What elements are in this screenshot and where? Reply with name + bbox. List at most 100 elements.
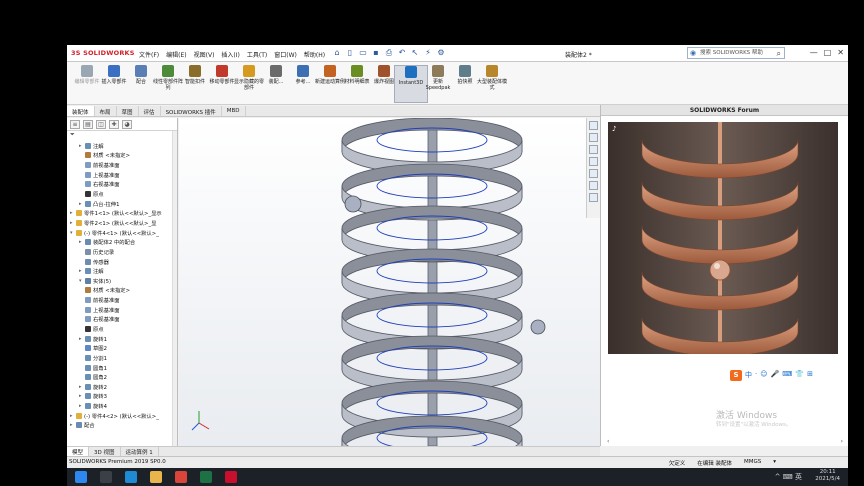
tree-row[interactable]: 前视基准面	[67, 295, 177, 305]
close-button[interactable]: ✕	[837, 48, 844, 57]
menu-insert[interactable]: 插入(I)	[221, 50, 239, 59]
tab-5[interactable]: MBD	[222, 106, 246, 116]
tab-3[interactable]: 评估	[139, 106, 161, 116]
tree-row[interactable]: ▸ 凸台-拉伸1	[67, 199, 177, 209]
tree-row[interactable]: 圆角2	[67, 372, 177, 382]
command-button-15[interactable]: 大型装配体模式	[475, 65, 509, 103]
print-icon[interactable]: ⎙	[384, 48, 394, 58]
menu-tools[interactable]: 工具(T)	[247, 50, 267, 59]
tree-row[interactable]: 材质 <未指定>	[67, 286, 177, 296]
model-tab-2[interactable]: 运动算例 1	[121, 447, 159, 456]
maximize-button[interactable]: □	[824, 48, 832, 57]
menu-view[interactable]: 视图(V)	[194, 50, 215, 59]
chrome-icon[interactable]	[175, 471, 187, 483]
ime-lang-icon[interactable]: 中	[745, 370, 752, 381]
model-tab-0[interactable]: 模型	[67, 447, 90, 456]
ime-keyboard-icon[interactable]: ⌨	[782, 370, 792, 381]
help-search-input[interactable]: ◉ 搜索 SOLIDWORKS 帮助 ⌕	[687, 47, 785, 59]
tree-row[interactable]: 右视基准面	[67, 315, 177, 325]
start-button[interactable]	[75, 471, 87, 483]
menu-file[interactable]: 文件(F)	[139, 50, 159, 59]
tree-row[interactable]: ▸ 旋转2	[67, 382, 177, 392]
appearances-icon[interactable]	[589, 169, 598, 178]
scroll-left-icon[interactable]: ‹	[607, 438, 609, 445]
custom-properties-icon[interactable]	[589, 181, 598, 190]
ime-toolbar[interactable]: S 中 · ☺ 🎤 ⌨ 👕 ⊞	[730, 370, 813, 381]
forum-icon[interactable]	[589, 193, 598, 202]
ime-voice-icon[interactable]: 🎤	[771, 370, 780, 381]
menu-window[interactable]: 窗口(W)	[274, 50, 297, 59]
solidworks-icon[interactable]	[225, 471, 237, 483]
tree-row[interactable]: 原点	[67, 189, 177, 199]
search[interactable]	[100, 471, 112, 483]
new-document-icon[interactable]: ▯	[345, 48, 355, 58]
tree-row[interactable]: ▸ (-) 零件4<2> (默认<<默认>_	[67, 411, 177, 421]
system-tray[interactable]: ^ ⌨ 英	[775, 472, 802, 482]
tree-row[interactable]: ▸ 旋转4	[67, 401, 177, 411]
tree-row[interactable]: 传感器	[67, 257, 177, 267]
view-palette-icon[interactable]	[589, 157, 598, 166]
options-icon[interactable]: ⚙	[436, 48, 446, 58]
tree-row[interactable]: 前视基准面	[67, 160, 177, 170]
tree-row[interactable]: ▸ 注解	[67, 141, 177, 151]
graphics-viewport[interactable]	[179, 118, 600, 446]
tree-row[interactable]: ▾ (-) 零件4<1> (默认<<默认>_	[67, 228, 177, 238]
forum-hscroll[interactable]: ‹ ›	[607, 438, 843, 445]
tab-4[interactable]: SOLIDWORKS 插件	[161, 106, 222, 116]
tree-row[interactable]: ▸ 零件1<1> (默认<<默认>_显示	[67, 208, 177, 218]
undo-icon[interactable]: ↶	[397, 48, 407, 58]
status-units-dropdown-icon[interactable]: ▾	[773, 459, 776, 467]
tree-row[interactable]: ▸ 装配体2 中的配合	[67, 237, 177, 247]
open-folder-icon[interactable]: ▭	[358, 48, 368, 58]
tree-row[interactable]: 圆角1	[67, 363, 177, 373]
home-icon[interactable]: ⌂	[332, 48, 342, 58]
status-units[interactable]: MMGS	[744, 459, 761, 467]
menu-help[interactable]: 帮助(H)	[304, 50, 325, 59]
tree-row[interactable]: ▸ 配合	[67, 421, 177, 431]
tree-row[interactable]: ▸ 零件2<1> (默认<<默认>_显	[67, 218, 177, 228]
dimxpert-tab-icon[interactable]: ✚	[109, 120, 119, 129]
tree-row[interactable]: 历史记录	[67, 247, 177, 257]
scroll-right-icon[interactable]: ›	[841, 438, 843, 445]
file-explorer-pane-icon[interactable]	[589, 145, 598, 154]
tree-row[interactable]: ▸ 注解	[67, 266, 177, 276]
search-icon[interactable]: ⌕	[777, 48, 781, 59]
rebuild-icon[interactable]: ⚡	[423, 48, 433, 58]
display-manager-tab-icon[interactable]: ◕	[122, 120, 132, 129]
ime-emoji-icon[interactable]: ☺	[760, 370, 767, 381]
design-library-icon[interactable]	[589, 133, 598, 142]
sogou-ime-icon[interactable]: S	[730, 370, 742, 381]
tab-0[interactable]: 装配体	[67, 106, 95, 116]
taskbar-clock[interactable]: 20:11 2021/5/4	[815, 469, 840, 483]
model-tab-1[interactable]: 3D 视图	[89, 447, 121, 456]
tree-row[interactable]: ▸ 旋转3	[67, 392, 177, 402]
excel-icon[interactable]	[200, 471, 212, 483]
ime-menu-icon[interactable]: ⊞	[807, 370, 813, 381]
property-manager-tab-icon[interactable]: ▤	[83, 120, 93, 129]
edge-icon[interactable]	[125, 471, 137, 483]
select-icon[interactable]: ↖	[410, 48, 420, 58]
tab-2[interactable]: 草图	[117, 106, 139, 116]
tree-row[interactable]: 草图2	[67, 343, 177, 353]
tree-row[interactable]: 上视基准面	[67, 305, 177, 315]
tree-row[interactable]: 材质 <未指定>	[67, 151, 177, 161]
menu-edit[interactable]: 编辑(E)	[166, 50, 186, 59]
tree-row[interactable]: ▸ 旋转1	[67, 334, 177, 344]
feature-tree-tab-icon[interactable]: ≡	[70, 120, 80, 129]
tree-row[interactable]: 分割1	[67, 353, 177, 363]
minimize-button[interactable]: —	[810, 48, 818, 57]
tree-row[interactable]: ▾ 实体(5)	[67, 276, 177, 286]
tab-1[interactable]: 布局	[95, 106, 117, 116]
tree-row[interactable]: 原点	[67, 324, 177, 334]
tree-row[interactable]: 右视基准面	[67, 180, 177, 190]
ime-punct-icon[interactable]: ·	[755, 370, 757, 381]
resources-icon[interactable]	[589, 121, 598, 130]
tree-row[interactable]: 上视基准面	[67, 170, 177, 180]
filter-icon[interactable]: ⏷	[67, 131, 177, 141]
save-icon[interactable]: ▪	[371, 48, 381, 58]
tree-scrollbar[interactable]	[172, 131, 177, 446]
forum-video[interactable]: ♪	[608, 122, 838, 354]
config-manager-tab-icon[interactable]: ◫	[96, 120, 106, 129]
file-explorer-icon[interactable]	[150, 471, 162, 483]
ime-skin-icon[interactable]: 👕	[795, 370, 804, 381]
